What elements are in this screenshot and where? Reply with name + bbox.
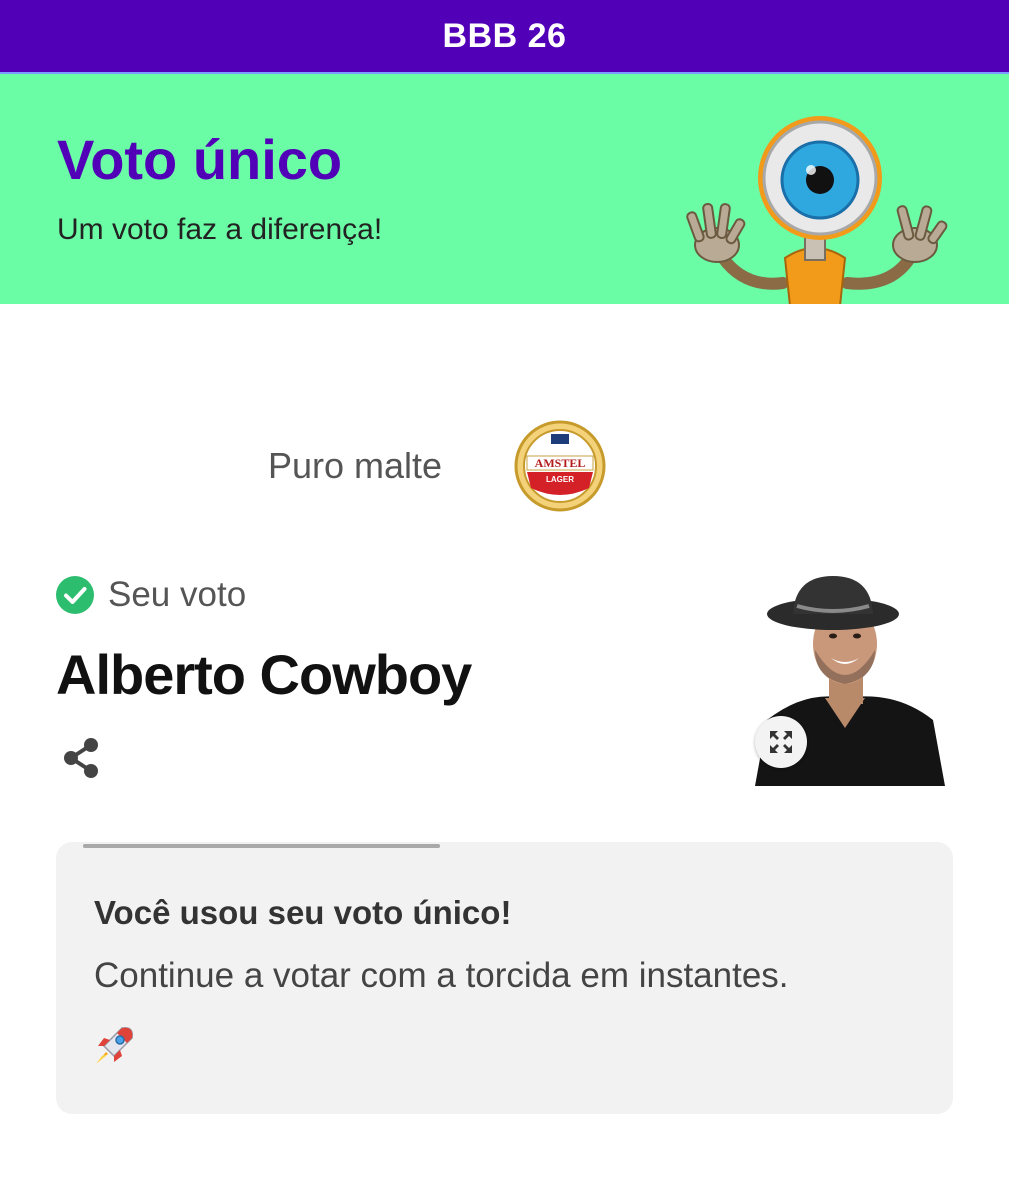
expand-icon [770, 731, 792, 753]
vote-status-label: Seu voto [108, 575, 247, 614]
amstel-lager-logo-icon: AMSTEL LAGER [514, 420, 606, 512]
page-title: Voto único [57, 128, 343, 191]
sponsor-label: Puro malte [268, 445, 443, 486]
notice-progress-bar [83, 844, 440, 848]
notice-text: Continue a votar com a torcida em instan… [94, 956, 789, 995]
notice-title: Você usou seu voto único! [94, 894, 512, 931]
svg-text:LAGER: LAGER [546, 475, 574, 484]
notice-progress-fill [83, 844, 440, 848]
share-icon[interactable] [60, 736, 102, 780]
vote-status: Seu voto [56, 573, 246, 617]
check-circle-icon [56, 576, 94, 614]
expand-photo-button[interactable] [755, 716, 807, 768]
big-brother-eye-mascot-icon [686, 116, 948, 304]
top-bar: BBB 26 [0, 0, 1009, 74]
right-hand [892, 205, 948, 263]
page-subtitle: Um voto faz a diferença! [57, 213, 383, 246]
left-hand [686, 202, 746, 263]
hero-banner: Voto único Um voto faz a diferença! [0, 74, 1009, 304]
rocket-icon [96, 1026, 134, 1064]
vote-used-notice: Você usou seu voto único! Continue a vot… [56, 842, 953, 1114]
svg-text:AMSTEL: AMSTEL [535, 456, 586, 470]
candidate-name: Alberto Cowboy [56, 643, 472, 706]
app-title: BBB 26 [442, 16, 567, 55]
